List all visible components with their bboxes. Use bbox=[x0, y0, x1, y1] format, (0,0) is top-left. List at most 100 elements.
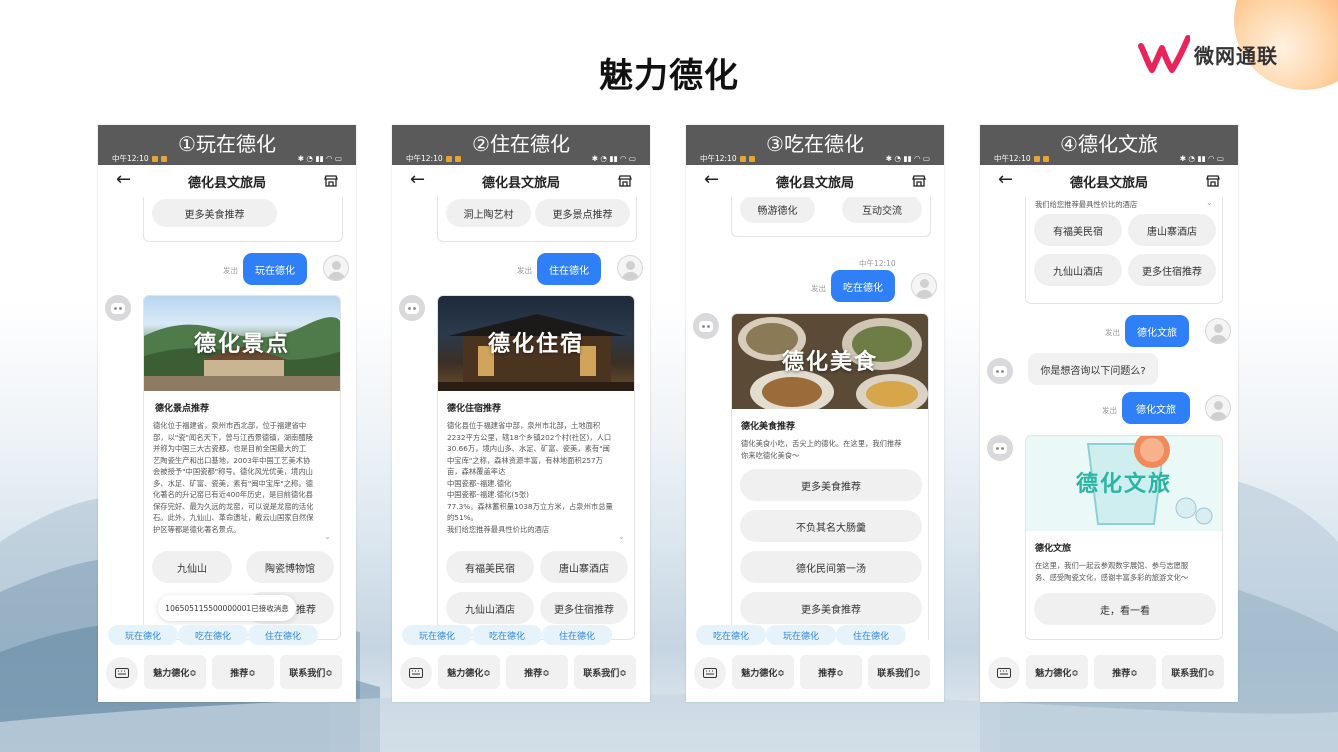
shop-icon[interactable] bbox=[912, 175, 926, 187]
keyboard-toggle[interactable] bbox=[400, 657, 432, 689]
keyboard-toggle[interactable] bbox=[106, 657, 138, 689]
menu-button-contact[interactable]: 联系我们≎ bbox=[868, 655, 930, 689]
user-message-bubble: 德化文旅 bbox=[1125, 315, 1189, 347]
menu-button-charm[interactable]: 魅力德化≎ bbox=[732, 655, 794, 689]
option-pill[interactable]: 更多住宿推荐 bbox=[1128, 254, 1216, 286]
recommendation-card: 德化文旅 德化文旅 在这里，我们一起云参观数字展馆、参与志愿服 务、感受陶瓷文化，… bbox=[1025, 435, 1223, 640]
user-avatar bbox=[617, 255, 643, 281]
status-bar: 中午12:10 ✱ ◔ ▮▮ ◠ ▭ bbox=[98, 152, 356, 164]
back-arrow-icon[interactable]: ← bbox=[998, 171, 1013, 189]
option-pill[interactable]: 不负其名大肠羹 bbox=[740, 510, 922, 542]
bottom-menu: 魅力德化≎ 推荐≎ 联系我们≎ bbox=[980, 647, 1238, 702]
nav-bar: ← 德化县文旅局 bbox=[980, 165, 1238, 197]
menu-button-recommend[interactable]: 推荐≎ bbox=[1094, 655, 1156, 689]
quick-reply-chip[interactable]: 吃在德化 bbox=[472, 625, 542, 645]
chat-area[interactable]: 我们给您推荐最具性价比的酒店 ⌄ 有福美民宿 唐山寨酒店 九仙山酒店 更多住宿推… bbox=[980, 197, 1238, 640]
menu-button-contact[interactable]: 联系我们≎ bbox=[280, 655, 342, 689]
option-pill[interactable]: 有福美民宿 bbox=[1034, 214, 1122, 246]
option-pill[interactable]: 更多美食推荐 bbox=[152, 199, 277, 227]
shop-icon[interactable] bbox=[618, 175, 632, 187]
keyboard-icon bbox=[997, 668, 1011, 678]
recommendation-card: 德化住宿 德化住宿推荐 德化县位于福建省中部，泉州市北部，土地面积 2232平方公… bbox=[437, 295, 635, 640]
status-icons: ✱ ◔ ▮▮ ◠ ▭ bbox=[297, 153, 342, 163]
user-message-bubble: 吃在德化 bbox=[831, 270, 895, 302]
quick-reply-chip[interactable]: 住在德化 bbox=[542, 625, 612, 645]
expand-chevron-icon[interactable]: ⌄ bbox=[324, 532, 331, 541]
shop-icon[interactable] bbox=[324, 175, 338, 187]
nav-bar: ← 德化县文旅局 bbox=[392, 165, 650, 197]
quick-reply-chip[interactable]: 吃在德化 bbox=[178, 625, 248, 645]
user-avatar bbox=[1205, 395, 1231, 421]
option-pill[interactable]: 九仙山酒店 bbox=[446, 592, 534, 624]
hero-title: 德化景点 bbox=[193, 331, 290, 357]
card-hero-image: 德化景点 bbox=[144, 296, 340, 391]
menu-button-contact[interactable]: 联系我们≎ bbox=[1162, 655, 1224, 689]
quick-reply-chip[interactable]: 住在德化 bbox=[248, 625, 318, 645]
back-arrow-icon[interactable]: ← bbox=[704, 171, 719, 189]
nav-title: 德化县文旅局 bbox=[775, 175, 854, 191]
menu-button-charm[interactable]: 魅力德化≎ bbox=[144, 655, 206, 689]
menu-button-contact[interactable]: 联系我们≎ bbox=[574, 655, 636, 689]
phone-header-band: ④德化文旅 中午12:10 ✱ ◔ ▮▮ ◠ ▭ bbox=[980, 125, 1238, 165]
hero-title: 德化美食 bbox=[781, 349, 878, 375]
keyboard-icon bbox=[409, 668, 423, 678]
shop-icon[interactable] bbox=[1206, 175, 1220, 187]
sent-status: 发出 bbox=[1105, 328, 1120, 337]
option-pill[interactable]: 更多美食推荐 bbox=[740, 469, 922, 501]
option-pill[interactable]: 畅游德化 bbox=[740, 197, 815, 223]
card-hero-image: 德化住宿 bbox=[438, 296, 634, 391]
menu-button-charm[interactable]: 魅力德化≎ bbox=[438, 655, 500, 689]
phone-header-band: ③吃在德化 中午12:10 ✱ ◔ ▮▮ ◠ ▭ bbox=[686, 125, 944, 165]
option-pill[interactable]: 陶瓷博物馆 bbox=[246, 551, 334, 583]
option-pill[interactable]: 洞上陶艺村 bbox=[446, 199, 531, 227]
nav-title: 德化县文旅局 bbox=[481, 175, 560, 191]
hero-title: 德化文旅 bbox=[1075, 471, 1172, 497]
option-pill[interactable]: 更多景点推荐 bbox=[535, 199, 630, 227]
card-hero-image: 德化美食 bbox=[732, 314, 928, 409]
option-pill[interactable]: 九仙山 bbox=[152, 551, 232, 583]
phone-header-band: ①玩在德化 中午12:10 ✱ ◔ ▮▮ ◠ ▭ bbox=[98, 125, 356, 165]
option-pill[interactable]: 唐山寨酒店 bbox=[540, 551, 628, 583]
menu-button-recommend[interactable]: 推荐≎ bbox=[212, 655, 274, 689]
chat-area[interactable]: 更多美食推荐 发出 玩在德化 德化景点 德化景点推荐 德化位于福建省，泉州市西北… bbox=[98, 197, 356, 640]
phone-screen-stay: ②住在德化 中午12:10 ✱ ◔ ▮▮ ◠ ▭ ← 德化县文旅局 洞上陶艺村 更… bbox=[392, 125, 650, 702]
quick-reply-chip[interactable]: 玩在德化 bbox=[402, 625, 472, 645]
option-pill[interactable]: 德化民间第一汤 bbox=[740, 551, 922, 583]
quick-reply-chip[interactable]: 住在德化 bbox=[836, 625, 906, 645]
option-pill[interactable]: 九仙山酒店 bbox=[1034, 254, 1122, 286]
chat-area[interactable]: 洞上陶艺村 更多景点推荐 发出 住在德化 德化住宿 德化住宿推荐 德化县位于福建… bbox=[392, 197, 650, 640]
bottom-menu: 魅力德化≎ 推荐≎ 联系我们≎ bbox=[392, 647, 650, 702]
quick-reply-row: 吃在德化 玩在德化 住在德化 bbox=[686, 625, 944, 647]
expand-chevron-icon[interactable]: ⌄ bbox=[1206, 198, 1213, 207]
keyboard-toggle[interactable] bbox=[988, 657, 1020, 689]
quick-reply-chip[interactable]: 吃在德化 bbox=[696, 625, 766, 645]
bot-avatar bbox=[399, 295, 425, 321]
expand-chevron-icon[interactable]: ⌄ bbox=[618, 532, 625, 541]
keyboard-toggle[interactable] bbox=[694, 657, 726, 689]
brand-mark-icon bbox=[1138, 35, 1190, 73]
bot-avatar bbox=[987, 358, 1013, 384]
menu-button-recommend[interactable]: 推荐≎ bbox=[506, 655, 568, 689]
option-pill[interactable]: 唐山寨酒店 bbox=[1128, 214, 1216, 246]
bot-avatar bbox=[105, 295, 131, 321]
option-pill[interactable]: 有福美民宿 bbox=[446, 551, 534, 583]
back-arrow-icon[interactable]: ← bbox=[410, 171, 425, 189]
option-pill[interactable]: 更多美食推荐 bbox=[740, 592, 922, 624]
card-hero-image: 德化文旅 bbox=[1026, 436, 1222, 531]
status-time: 中午12:10 bbox=[994, 153, 1031, 163]
menu-button-charm[interactable]: 魅力德化≎ bbox=[1026, 655, 1088, 689]
back-arrow-icon[interactable]: ← bbox=[116, 171, 131, 189]
quick-reply-chip[interactable]: 玩在德化 bbox=[766, 625, 836, 645]
phone-header-band: ②住在德化 中午12:10 ✱ ◔ ▮▮ ◠ ▭ bbox=[392, 125, 650, 165]
chat-area[interactable]: 畅游德化 互动交流 中午12:10 发出 吃在德化 德化美食 德化美食推荐 德化… bbox=[686, 197, 944, 640]
card-description: 在这里，我们一起云参观数字展馆、参与志愿服 务、感受陶瓷文化，感谢丰富多彩的旅游文… bbox=[1035, 561, 1189, 582]
option-pill[interactable]: 走，看一看 bbox=[1034, 593, 1216, 625]
card-title: 德化美食推荐 bbox=[741, 422, 796, 432]
menu-button-recommend[interactable]: 推荐≎ bbox=[800, 655, 862, 689]
status-icons: ✱ ◔ ▮▮ ◠ ▭ bbox=[885, 153, 930, 163]
quick-reply-chip[interactable]: 玩在德化 bbox=[108, 625, 178, 645]
option-pill[interactable]: 更多住宿推荐 bbox=[540, 592, 628, 624]
bot-avatar bbox=[987, 435, 1013, 461]
option-pill[interactable]: 互动交流 bbox=[842, 197, 922, 223]
nav-title: 德化县文旅局 bbox=[187, 175, 266, 191]
